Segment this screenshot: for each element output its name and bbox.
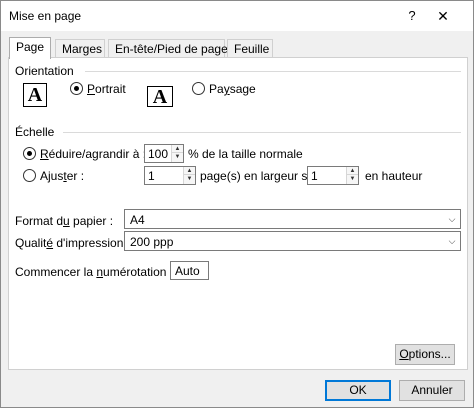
tab-sheet-label: Feuille bbox=[234, 42, 270, 56]
paper-size-label: Format du papier : bbox=[15, 214, 114, 228]
fit-pages-wide-value: 1 bbox=[148, 169, 155, 183]
page-tab-panel: Orientation A Portrait A Paysage Échelle… bbox=[8, 57, 468, 370]
first-page-number-input[interactable]: Auto bbox=[170, 261, 209, 280]
scale-percent-spinner[interactable]: 100 ▲ ▼ bbox=[144, 144, 184, 163]
help-button[interactable]: ? bbox=[403, 6, 421, 26]
tab-page[interactable]: Page bbox=[9, 37, 51, 59]
first-page-number-label: Commencer la numérotation à : bbox=[15, 265, 184, 279]
tab-header-footer-label: En-tête/Pied de page bbox=[115, 42, 228, 56]
orientation-heading: Orientation bbox=[15, 64, 74, 78]
fit-pages-tall-arrows: ▲ ▼ bbox=[346, 167, 358, 184]
scale-percent-value: 100 bbox=[148, 147, 169, 161]
scale-percent-suffix: % de la taille normale bbox=[188, 147, 303, 161]
dialog-title: Mise en page bbox=[9, 9, 82, 23]
spin-down-icon[interactable]: ▼ bbox=[172, 153, 183, 161]
landscape-radio[interactable] bbox=[192, 82, 205, 95]
fit-to-label[interactable]: Ajuster : bbox=[40, 169, 84, 183]
fit-pages-tall-spinner[interactable]: 1 ▲ ▼ bbox=[307, 166, 359, 185]
landscape-label[interactable]: Paysage bbox=[209, 82, 256, 96]
portrait-page-icon: A bbox=[23, 83, 47, 107]
chevron-down-icon[interactable]: ⌵ bbox=[444, 210, 460, 228]
close-icon[interactable]: ✕ bbox=[433, 6, 453, 26]
fit-pages-wide-spinner[interactable]: 1 ▲ ▼ bbox=[144, 166, 196, 185]
tab-margins-label: Marges bbox=[62, 42, 103, 56]
paper-size-value: A4 bbox=[130, 213, 145, 227]
scaling-separator bbox=[63, 132, 461, 133]
print-quality-label: Qualité d'impression : bbox=[15, 236, 131, 250]
fit-pages-tall-value: 1 bbox=[311, 169, 318, 183]
tab-page-label: Page bbox=[16, 40, 45, 54]
portrait-radio[interactable] bbox=[70, 82, 83, 95]
fit-to-radio[interactable] bbox=[23, 169, 36, 182]
title-bar[interactable]: Mise en page ? ✕ bbox=[1, 1, 473, 31]
page-setup-dialog: Mise en page ? ✕ Page Marges En-tête/Pie… bbox=[0, 0, 474, 408]
chevron-down-icon[interactable]: ⌵ bbox=[444, 232, 460, 250]
spin-up-icon[interactable]: ▲ bbox=[184, 167, 195, 175]
fit-pages-tall-suffix: en hauteur bbox=[365, 169, 423, 183]
reduce-enlarge-radio[interactable] bbox=[23, 147, 36, 160]
portrait-label[interactable]: Portrait bbox=[87, 82, 126, 96]
print-quality-value: 200 ppp bbox=[130, 235, 174, 249]
first-page-number-value: Auto bbox=[175, 264, 200, 278]
fit-pages-wide-suffix: page(s) en largeur sur bbox=[200, 169, 319, 183]
ok-button[interactable]: OK bbox=[325, 380, 391, 401]
spin-up-icon[interactable]: ▲ bbox=[172, 145, 183, 153]
options-button[interactable]: Options... bbox=[395, 344, 455, 365]
spin-down-icon[interactable]: ▼ bbox=[347, 175, 358, 183]
spin-up-icon[interactable]: ▲ bbox=[347, 167, 358, 175]
tab-header-footer[interactable]: En-tête/Pied de page bbox=[108, 39, 228, 58]
orientation-separator bbox=[85, 71, 461, 72]
cancel-button[interactable]: Annuler bbox=[399, 380, 465, 401]
scaling-heading: Échelle bbox=[15, 125, 55, 139]
tab-margins[interactable]: Marges bbox=[55, 39, 105, 58]
scale-percent-arrows: ▲ ▼ bbox=[171, 145, 183, 162]
tab-sheet[interactable]: Feuille bbox=[227, 39, 273, 58]
spin-down-icon[interactable]: ▼ bbox=[184, 175, 195, 183]
print-quality-dropdown[interactable]: 200 ppp ⌵ bbox=[124, 231, 461, 251]
landscape-page-icon: A bbox=[147, 86, 173, 107]
reduce-enlarge-label[interactable]: Réduire/agrandir à : bbox=[40, 147, 146, 161]
fit-pages-wide-arrows: ▲ ▼ bbox=[183, 167, 195, 184]
paper-size-dropdown[interactable]: A4 ⌵ bbox=[124, 209, 461, 229]
